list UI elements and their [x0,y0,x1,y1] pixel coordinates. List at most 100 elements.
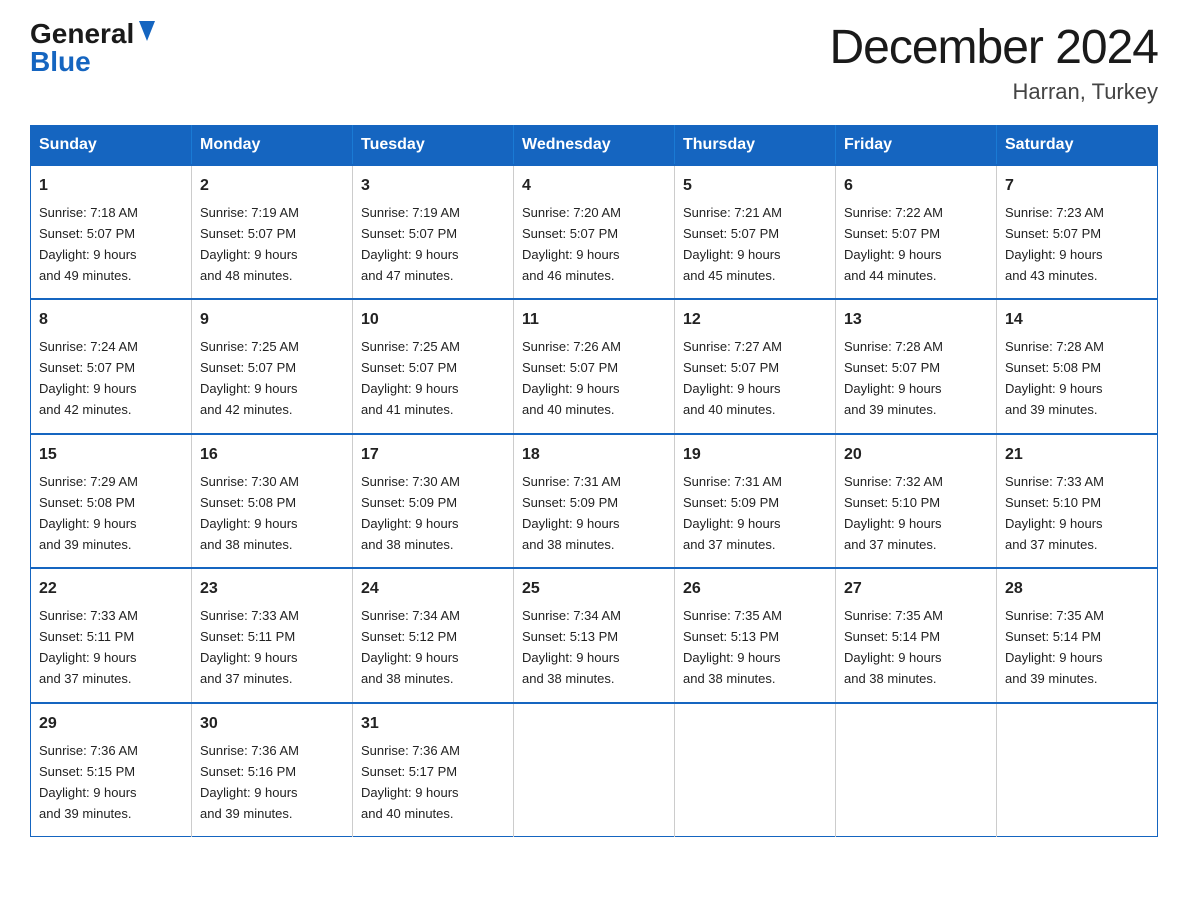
calendar-day-header-saturday: Saturday [997,126,1158,166]
day-info: Sunrise: 7:24 AMSunset: 5:07 PMDaylight:… [39,339,138,417]
day-info: Sunrise: 7:36 AMSunset: 5:15 PMDaylight:… [39,743,138,821]
day-info: Sunrise: 7:33 AMSunset: 5:10 PMDaylight:… [1005,474,1104,552]
page-header: General Blue December 2024 Harran, Turke… [30,20,1158,105]
calendar-empty-cell [514,703,675,837]
calendar-week-row: 1 Sunrise: 7:18 AMSunset: 5:07 PMDayligh… [31,165,1158,299]
day-number: 28 [1005,577,1149,602]
day-info: Sunrise: 7:34 AMSunset: 5:13 PMDaylight:… [522,608,621,686]
calendar-day-cell: 23 Sunrise: 7:33 AMSunset: 5:11 PMDaylig… [192,568,353,702]
calendar-day-header-thursday: Thursday [675,126,836,166]
day-info: Sunrise: 7:28 AMSunset: 5:08 PMDaylight:… [1005,339,1104,417]
day-number: 9 [200,308,344,333]
day-info: Sunrise: 7:26 AMSunset: 5:07 PMDaylight:… [522,339,621,417]
day-info: Sunrise: 7:35 AMSunset: 5:14 PMDaylight:… [844,608,943,686]
calendar-day-cell: 28 Sunrise: 7:35 AMSunset: 5:14 PMDaylig… [997,568,1158,702]
logo-general-text: General [30,20,134,48]
day-number: 11 [522,308,666,333]
calendar-day-cell: 31 Sunrise: 7:36 AMSunset: 5:17 PMDaylig… [353,703,514,837]
calendar-week-row: 22 Sunrise: 7:33 AMSunset: 5:11 PMDaylig… [31,568,1158,702]
day-info: Sunrise: 7:23 AMSunset: 5:07 PMDaylight:… [1005,205,1104,283]
calendar-day-cell: 16 Sunrise: 7:30 AMSunset: 5:08 PMDaylig… [192,434,353,568]
day-number: 10 [361,308,505,333]
day-info: Sunrise: 7:35 AMSunset: 5:14 PMDaylight:… [1005,608,1104,686]
page-title: December 2024 [829,20,1158,75]
day-info: Sunrise: 7:33 AMSunset: 5:11 PMDaylight:… [200,608,299,686]
day-info: Sunrise: 7:36 AMSunset: 5:16 PMDaylight:… [200,743,299,821]
day-info: Sunrise: 7:25 AMSunset: 5:07 PMDaylight:… [361,339,460,417]
calendar-day-cell: 2 Sunrise: 7:19 AMSunset: 5:07 PMDayligh… [192,165,353,299]
day-info: Sunrise: 7:19 AMSunset: 5:07 PMDaylight:… [200,205,299,283]
day-number: 2 [200,174,344,199]
calendar-day-header-wednesday: Wednesday [514,126,675,166]
day-number: 30 [200,712,344,737]
calendar-day-cell: 30 Sunrise: 7:36 AMSunset: 5:16 PMDaylig… [192,703,353,837]
calendar-day-cell: 18 Sunrise: 7:31 AMSunset: 5:09 PMDaylig… [514,434,675,568]
day-number: 22 [39,577,183,602]
calendar-header-row: SundayMondayTuesdayWednesdayThursdayFrid… [31,126,1158,166]
day-info: Sunrise: 7:19 AMSunset: 5:07 PMDaylight:… [361,205,460,283]
day-number: 13 [844,308,988,333]
calendar-empty-cell [836,703,997,837]
calendar-empty-cell [997,703,1158,837]
calendar-day-cell: 17 Sunrise: 7:30 AMSunset: 5:09 PMDaylig… [353,434,514,568]
calendar-table: SundayMondayTuesdayWednesdayThursdayFrid… [30,125,1158,837]
day-info: Sunrise: 7:30 AMSunset: 5:08 PMDaylight:… [200,474,299,552]
day-info: Sunrise: 7:34 AMSunset: 5:12 PMDaylight:… [361,608,460,686]
calendar-day-cell: 5 Sunrise: 7:21 AMSunset: 5:07 PMDayligh… [675,165,836,299]
calendar-day-cell: 6 Sunrise: 7:22 AMSunset: 5:07 PMDayligh… [836,165,997,299]
calendar-day-header-friday: Friday [836,126,997,166]
day-info: Sunrise: 7:31 AMSunset: 5:09 PMDaylight:… [522,474,621,552]
day-number: 25 [522,577,666,602]
calendar-day-cell: 10 Sunrise: 7:25 AMSunset: 5:07 PMDaylig… [353,299,514,433]
day-number: 31 [361,712,505,737]
day-info: Sunrise: 7:28 AMSunset: 5:07 PMDaylight:… [844,339,943,417]
day-number: 29 [39,712,183,737]
calendar-day-cell: 27 Sunrise: 7:35 AMSunset: 5:14 PMDaylig… [836,568,997,702]
title-block: December 2024 Harran, Turkey [829,20,1158,105]
day-number: 20 [844,443,988,468]
day-number: 16 [200,443,344,468]
day-info: Sunrise: 7:25 AMSunset: 5:07 PMDaylight:… [200,339,299,417]
calendar-day-cell: 25 Sunrise: 7:34 AMSunset: 5:13 PMDaylig… [514,568,675,702]
day-number: 6 [844,174,988,199]
calendar-day-cell: 3 Sunrise: 7:19 AMSunset: 5:07 PMDayligh… [353,165,514,299]
page-subtitle: Harran, Turkey [829,79,1158,105]
calendar-day-cell: 12 Sunrise: 7:27 AMSunset: 5:07 PMDaylig… [675,299,836,433]
day-info: Sunrise: 7:36 AMSunset: 5:17 PMDaylight:… [361,743,460,821]
logo: General Blue [30,20,156,76]
day-number: 4 [522,174,666,199]
day-info: Sunrise: 7:30 AMSunset: 5:09 PMDaylight:… [361,474,460,552]
day-number: 26 [683,577,827,602]
day-number: 24 [361,577,505,602]
day-number: 19 [683,443,827,468]
day-number: 21 [1005,443,1149,468]
day-number: 3 [361,174,505,199]
day-info: Sunrise: 7:31 AMSunset: 5:09 PMDaylight:… [683,474,782,552]
day-number: 23 [200,577,344,602]
day-info: Sunrise: 7:35 AMSunset: 5:13 PMDaylight:… [683,608,782,686]
day-number: 8 [39,308,183,333]
calendar-day-cell: 8 Sunrise: 7:24 AMSunset: 5:07 PMDayligh… [31,299,192,433]
calendar-day-cell: 4 Sunrise: 7:20 AMSunset: 5:07 PMDayligh… [514,165,675,299]
calendar-day-cell: 9 Sunrise: 7:25 AMSunset: 5:07 PMDayligh… [192,299,353,433]
day-number: 14 [1005,308,1149,333]
day-info: Sunrise: 7:32 AMSunset: 5:10 PMDaylight:… [844,474,943,552]
day-info: Sunrise: 7:18 AMSunset: 5:07 PMDaylight:… [39,205,138,283]
day-number: 27 [844,577,988,602]
calendar-day-cell: 26 Sunrise: 7:35 AMSunset: 5:13 PMDaylig… [675,568,836,702]
calendar-day-cell: 19 Sunrise: 7:31 AMSunset: 5:09 PMDaylig… [675,434,836,568]
calendar-day-cell: 14 Sunrise: 7:28 AMSunset: 5:08 PMDaylig… [997,299,1158,433]
logo-blue-text: Blue [30,46,91,77]
calendar-week-row: 15 Sunrise: 7:29 AMSunset: 5:08 PMDaylig… [31,434,1158,568]
calendar-day-cell: 22 Sunrise: 7:33 AMSunset: 5:11 PMDaylig… [31,568,192,702]
day-info: Sunrise: 7:20 AMSunset: 5:07 PMDaylight:… [522,205,621,283]
day-number: 5 [683,174,827,199]
calendar-day-cell: 13 Sunrise: 7:28 AMSunset: 5:07 PMDaylig… [836,299,997,433]
calendar-day-header-monday: Monday [192,126,353,166]
calendar-day-cell: 20 Sunrise: 7:32 AMSunset: 5:10 PMDaylig… [836,434,997,568]
day-info: Sunrise: 7:21 AMSunset: 5:07 PMDaylight:… [683,205,782,283]
day-number: 18 [522,443,666,468]
calendar-day-cell: 7 Sunrise: 7:23 AMSunset: 5:07 PMDayligh… [997,165,1158,299]
day-number: 7 [1005,174,1149,199]
calendar-day-cell: 24 Sunrise: 7:34 AMSunset: 5:12 PMDaylig… [353,568,514,702]
